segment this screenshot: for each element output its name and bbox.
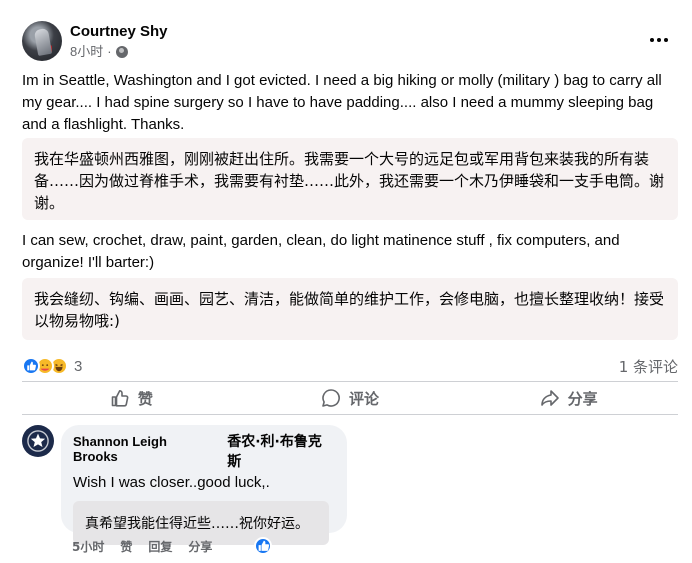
author-meta: Courtney Shy 8小时 · <box>70 22 168 61</box>
timestamp-row: 8小时 · <box>70 43 168 61</box>
thumbs-up-icon <box>111 390 129 407</box>
more-options-button[interactable] <box>644 28 674 52</box>
comment-share-button[interactable]: 分享 <box>188 538 212 555</box>
reaction-summary[interactable]: 3 <box>22 355 82 377</box>
post-card: Courtney Shy 8小时 · Im in Seattle, Washin… <box>0 0 692 563</box>
comment-text: Wish I was closer..good luck,. <box>73 474 270 491</box>
post-header: Courtney Shy 8小时 · <box>22 20 168 62</box>
comment-action-row: 5小时 赞 回复 分享 <box>72 538 228 555</box>
comment-bubble-icon <box>322 389 340 407</box>
dot-icon <box>650 38 654 42</box>
reaction-count[interactable]: 3 <box>74 358 82 375</box>
dot-icon <box>657 38 661 42</box>
post-time[interactable]: 8小时 <box>70 43 103 61</box>
share-label: 分享 <box>567 389 598 408</box>
post-body-text-2: I can sew, crochet, draw, paint, garden,… <box>22 232 620 271</box>
comment-count[interactable]: 1 条评论 <box>619 356 678 377</box>
like-label: 赞 <box>137 389 153 408</box>
post-body-text: Im in Seattle, Washington and I got evic… <box>22 72 662 133</box>
comment-bubble: Shannon Leigh Brooks 香农·利·布鲁克斯 Wish I wa… <box>61 425 347 545</box>
like-button[interactable]: 赞 <box>22 382 241 414</box>
comment-button[interactable]: 评论 <box>241 382 460 414</box>
post-translation-2: 我会缝纫、钩编、画画、园艺、清洁，能做简单的维护工作，会修电脑，也擅长整理收纳！… <box>22 278 678 340</box>
post-translation: 我在华盛顿州西雅图，刚刚被赶出住所。我需要一个大号的远足包或军用背包来装我的所有… <box>22 138 678 220</box>
commenter-avatar[interactable] <box>22 425 54 457</box>
avatar[interactable] <box>22 21 62 61</box>
comment-time[interactable]: 5小时 <box>72 538 104 555</box>
comment-label: 评论 <box>349 389 380 408</box>
author-name[interactable]: Courtney Shy <box>70 22 168 42</box>
comment-name-row: Shannon Leigh Brooks 香农·利·布鲁克斯 <box>73 431 335 471</box>
star-logo-icon <box>27 430 49 452</box>
comment-reply-button[interactable]: 回复 <box>148 538 172 555</box>
divider <box>22 414 678 415</box>
globe-icon <box>115 45 128 58</box>
share-arrow-icon <box>540 390 559 406</box>
dot-icon <box>664 38 668 42</box>
separator-dot: · <box>107 43 112 59</box>
post-action-bar: 赞 评论 分享 <box>22 382 678 414</box>
commenter-name[interactable]: Shannon Leigh Brooks <box>73 434 214 464</box>
commenter-name-translation: 香农·利·布鲁克斯 <box>227 434 322 470</box>
comment-like-button[interactable]: 赞 <box>120 538 132 555</box>
comment-like-reaction-icon[interactable] <box>254 537 272 555</box>
like-reaction-icon <box>22 357 40 375</box>
share-button[interactable]: 分享 <box>459 382 678 414</box>
